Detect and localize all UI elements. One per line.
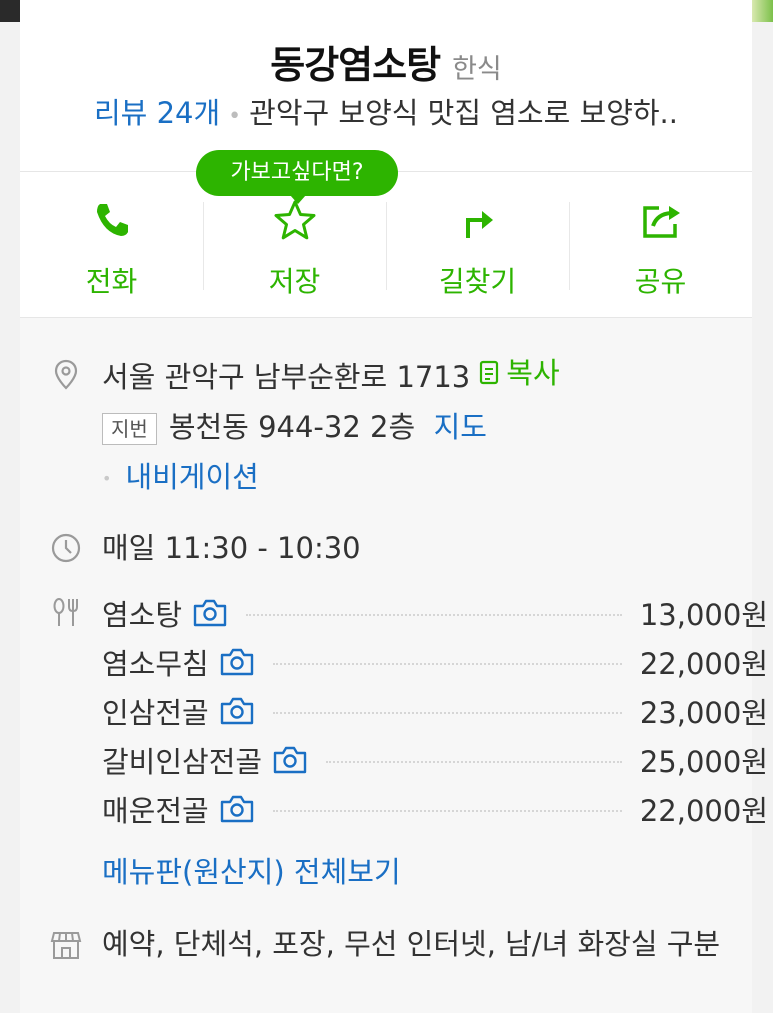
map-link[interactable]: 지도 bbox=[434, 410, 487, 444]
camera-icon[interactable] bbox=[272, 745, 308, 775]
facilities-row: 예약, 단체석, 포장, 무선 인터넷, 남/녀 화장실 구분 bbox=[50, 919, 752, 969]
place-category: 한식 bbox=[452, 54, 502, 85]
star-icon bbox=[273, 198, 317, 246]
camera-icon[interactable] bbox=[219, 696, 255, 726]
full-menu-link[interactable]: 메뉴판(원산지) 전체보기 bbox=[102, 847, 752, 897]
call-button[interactable]: 전화 bbox=[20, 172, 203, 317]
camera-icon[interactable] bbox=[219, 794, 255, 824]
directions-icon bbox=[456, 198, 500, 246]
menu-leader bbox=[246, 613, 622, 616]
right-edge bbox=[752, 0, 773, 1013]
menu-list: 염소탕 13,000원 염소무침 22,000원 인삼전골 23,000원 갈비… bbox=[102, 588, 768, 833]
save-label: 저장 bbox=[268, 265, 321, 298]
utensils-icon bbox=[50, 588, 102, 628]
clock-icon bbox=[50, 522, 102, 564]
menu-item-name: 갈비인삼전골 bbox=[102, 744, 263, 779]
copy-button[interactable]: 복사 bbox=[478, 348, 560, 398]
place-name: 동강염소탕 bbox=[270, 43, 441, 87]
menu-item[interactable]: 매운전골 22,000원 bbox=[102, 784, 768, 833]
menu-item[interactable]: 염소탕 13,000원 bbox=[102, 588, 768, 637]
action-bar: 전화 저장 길찾기 공유 bbox=[20, 172, 752, 318]
left-edge bbox=[0, 0, 20, 1013]
store-icon bbox=[50, 919, 102, 961]
location-pin-icon bbox=[50, 348, 102, 390]
menu-item-name: 인삼전골 bbox=[102, 695, 209, 730]
menu-item-price: 22,000원 bbox=[639, 793, 768, 828]
place-card: 동강염소탕 한식 리뷰 24개 • 관악구 보양식 맛집 염소로 보양하.. 가보고싶… bbox=[20, 0, 768, 1013]
menu-item-price: 22,000원 bbox=[639, 646, 768, 681]
business-hours[interactable]: 매일 11:30 - 10:30 bbox=[102, 522, 361, 574]
summary-row: 리뷰 24개 • 관악구 보양식 맛집 염소로 보양하.. bbox=[20, 90, 752, 132]
phone-icon bbox=[90, 198, 134, 246]
directions-label: 길찾기 bbox=[438, 265, 517, 298]
place-header: 동강염소탕 한식 리뷰 24개 • 관악구 보양식 맛집 염소로 보양하.. bbox=[20, 0, 752, 172]
navigation-line: • 내비게이션 bbox=[102, 452, 560, 504]
road-address-line: 서울 관악구 남부순환로 1713 복사 bbox=[102, 348, 560, 402]
menu-item[interactable]: 인삼전골 23,000원 bbox=[102, 686, 768, 735]
details-section: 서울 관악구 남부순환로 1713 복사 지번 봉천동 944-32 2층 지도 •… bbox=[20, 318, 768, 1013]
menu-item-price: 23,000원 bbox=[639, 695, 768, 730]
address-block: 서울 관악구 남부순환로 1713 복사 지번 봉천동 944-32 2층 지도 •… bbox=[102, 348, 560, 504]
menu-leader bbox=[272, 711, 622, 714]
directions-button[interactable]: 길찾기 bbox=[386, 172, 569, 317]
copy-label: 복사 bbox=[506, 356, 560, 390]
menu-row: 염소탕 13,000원 염소무침 22,000원 인삼전골 23,000원 갈비… bbox=[50, 588, 768, 833]
menu-item[interactable]: 염소무침 22,000원 bbox=[102, 637, 768, 686]
copy-icon bbox=[480, 360, 499, 385]
menu-item-price: 25,000원 bbox=[639, 744, 768, 779]
camera-icon[interactable] bbox=[192, 598, 228, 628]
navigation-bullet: • bbox=[102, 469, 112, 488]
call-label: 전화 bbox=[85, 265, 138, 298]
jibun-badge: 지번 bbox=[102, 413, 157, 445]
title-row: 동강염소탕 한식 bbox=[20, 0, 752, 90]
menu-leader bbox=[272, 809, 622, 812]
menu-item-price: 13,000원 bbox=[639, 597, 768, 632]
address-row: 서울 관악구 남부순환로 1713 복사 지번 봉천동 944-32 2층 지도 •… bbox=[50, 348, 752, 504]
facilities-text: 예약, 단체석, 포장, 무선 인터넷, 남/녀 화장실 구분 bbox=[102, 927, 721, 961]
navigation-link[interactable]: 내비게이션 bbox=[125, 460, 258, 494]
share-icon bbox=[639, 198, 683, 246]
share-button[interactable]: 공유 bbox=[569, 172, 752, 317]
road-address: 서울 관악구 남부순환로 1713 bbox=[102, 360, 471, 394]
share-label: 공유 bbox=[634, 265, 687, 298]
menu-leader bbox=[272, 662, 622, 665]
camera-icon[interactable] bbox=[219, 647, 255, 677]
right-edge-green bbox=[752, 0, 773, 22]
left-edge-dark bbox=[0, 0, 20, 22]
save-tooltip[interactable]: 가보고싶다면? bbox=[196, 150, 398, 204]
menu-item-name: 염소탕 bbox=[102, 597, 183, 632]
review-link[interactable]: 리뷰 24개 bbox=[94, 96, 220, 130]
menu-item-name: 염소무침 bbox=[102, 646, 209, 681]
place-description[interactable]: 관악구 보양식 맛집 염소로 보양하.. bbox=[249, 96, 678, 130]
menu-item-name: 매운전골 bbox=[102, 793, 209, 828]
menu-item[interactable]: 갈비인삼전골 25,000원 bbox=[102, 735, 768, 784]
jibun-address-line: 지번 봉천동 944-32 2층 지도 bbox=[102, 402, 560, 452]
jibun-address: 봉천동 944-32 2층 bbox=[168, 410, 416, 444]
hours-row: 매일 11:30 - 10:30 bbox=[50, 522, 752, 574]
menu-leader bbox=[326, 760, 622, 763]
separator-dot: • bbox=[228, 104, 242, 129]
